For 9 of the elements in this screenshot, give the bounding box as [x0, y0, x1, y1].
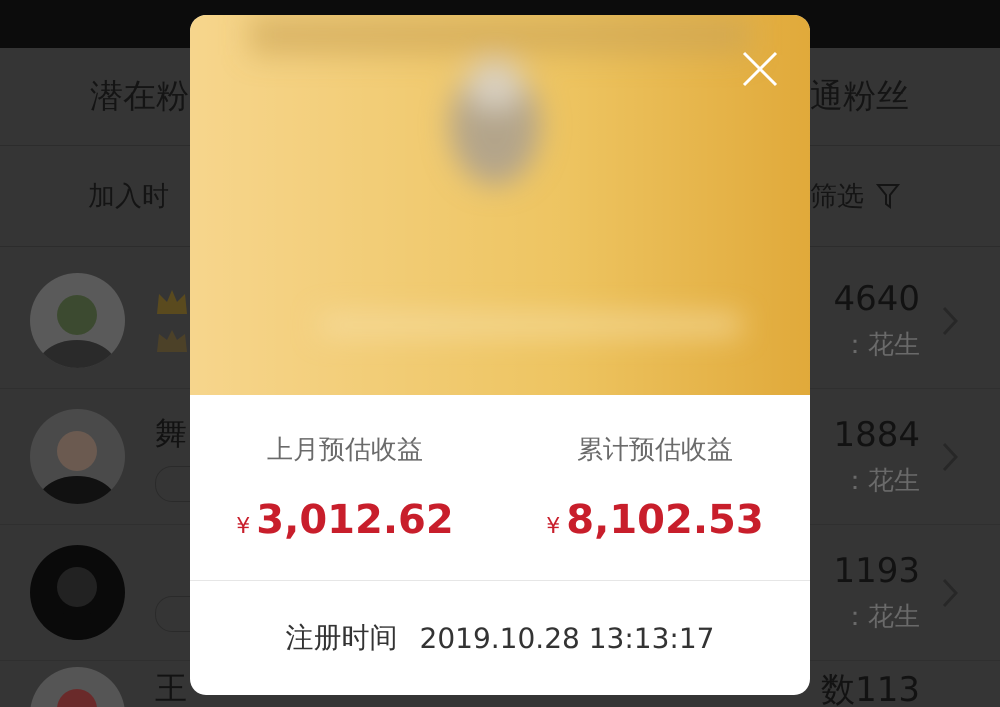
filter-icon [876, 183, 900, 209]
register-time: 2019.10.28 13:13:17 [420, 622, 714, 654]
earnings-label: 累计预估收益 [577, 434, 733, 467]
earnings-label: 上月预估收益 [267, 434, 423, 467]
register-label: 注册时间 [286, 620, 398, 656]
earnings-amount: ¥3,012.62 [236, 497, 454, 543]
close-button[interactable] [740, 49, 780, 89]
earnings-amount: ¥8,102.53 [546, 497, 764, 543]
crown-icon [155, 288, 189, 316]
